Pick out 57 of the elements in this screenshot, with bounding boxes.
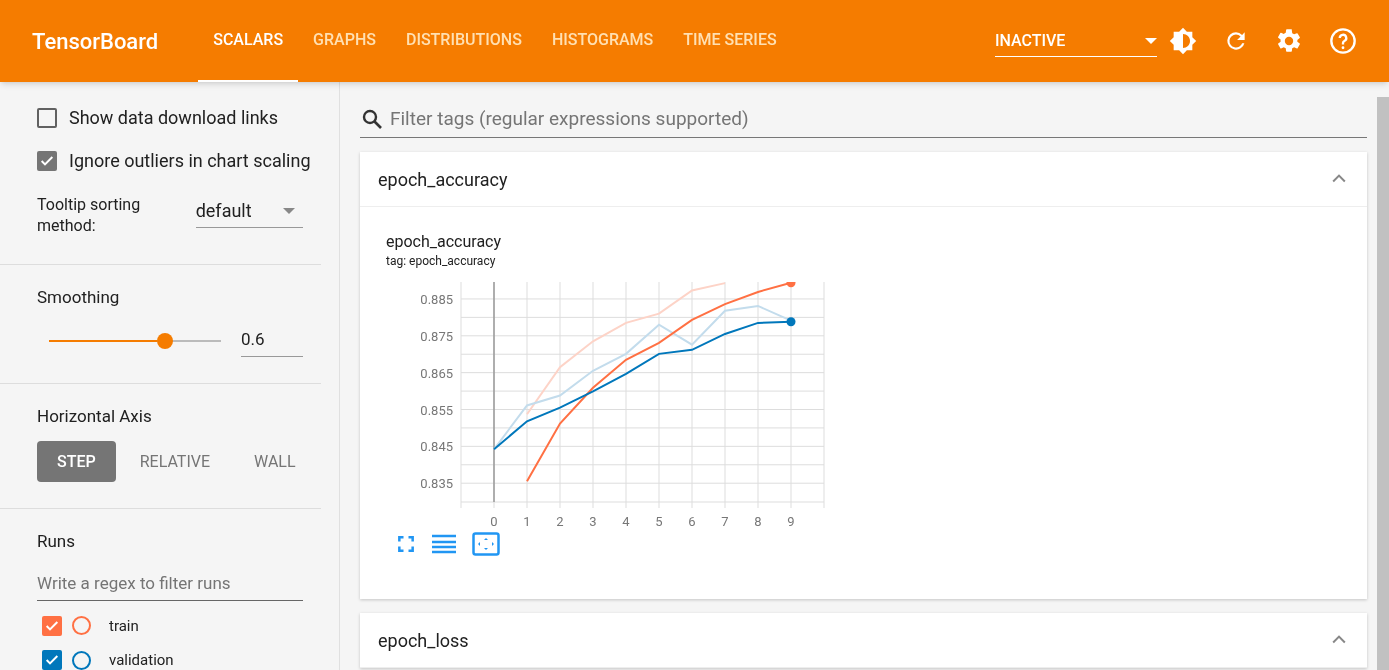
nav-tab[interactable]: GRAPHS <box>298 0 391 82</box>
horizontal-axis-label: Horizontal Axis <box>37 405 152 426</box>
x-tick-label: 4 <box>622 514 630 529</box>
checkbox-label: Ignore outliers in chart scaling <box>69 149 311 173</box>
smoothing-input[interactable]: 0.6 <box>240 324 303 357</box>
axis-toggle[interactable]: STEP <box>37 441 116 482</box>
fit-domain-icon[interactable] <box>472 532 500 556</box>
runs-label: Runs <box>37 531 75 551</box>
y-tick-label: 0.845 <box>420 439 453 455</box>
section-title: epoch_accuracy <box>378 167 508 192</box>
plugin-select[interactable]: INACTIVE <box>995 25 1157 57</box>
y-tick-label: 0.865 <box>420 365 453 381</box>
checkbox[interactable] <box>37 150 57 171</box>
brightness-icon[interactable] <box>1169 27 1197 55</box>
tooltip-sorting-label: Tooltip sorting method: <box>37 194 142 236</box>
series-end-dot <box>786 317 796 327</box>
runs-filter-field[interactable]: Write a regex to filter runs <box>37 566 303 601</box>
checkbox[interactable] <box>42 615 62 636</box>
x-tick-label: 6 <box>688 514 696 529</box>
settings-icon[interactable] <box>1275 27 1303 55</box>
app-title: TensorBoard <box>32 27 159 56</box>
axis-toggle[interactable]: WALL <box>234 441 316 482</box>
smoothing-label: Smoothing <box>37 287 120 307</box>
slider-track[interactable] <box>49 332 221 349</box>
x-tick-label: 9 <box>787 514 795 529</box>
caret-icon <box>283 207 295 214</box>
slider-thumb[interactable] <box>157 332 173 349</box>
x-tick-label: 0 <box>490 514 498 529</box>
x-tick-label: 1 <box>523 514 531 529</box>
tag-filter-field[interactable]: Filter tags (regular expressions supported) <box>390 100 1367 137</box>
checkbox[interactable] <box>37 107 57 128</box>
help-icon[interactable] <box>1329 27 1357 55</box>
axis-toggle[interactable]: RELATIVE <box>119 441 230 482</box>
chart-subtitle: tag: epoch_accuracy <box>386 253 497 270</box>
x-tick-label: 2 <box>556 514 564 529</box>
nav-tab[interactable]: TIME SERIES <box>668 0 792 82</box>
checkbox-label: Show data download links <box>69 106 278 130</box>
section-title: epoch_loss <box>378 628 469 653</box>
run-name: validation <box>109 650 174 670</box>
x-tick-label: 8 <box>754 514 762 529</box>
y-tick-label: 0.885 <box>420 291 453 307</box>
chart-title: epoch_accuracy <box>386 232 503 252</box>
x-tick-label: 3 <box>589 514 597 529</box>
nav-tab[interactable]: HISTOGRAMS <box>536 0 669 82</box>
x-tick-label: 5 <box>655 514 663 529</box>
fullscreen-icon[interactable] <box>396 534 416 554</box>
y-tick-label: 0.835 <box>420 476 453 492</box>
y-tick-label: 0.875 <box>420 328 453 344</box>
sorting-select[interactable]: default <box>195 194 303 228</box>
scrollbar[interactable] <box>1377 97 1389 670</box>
caret-icon <box>1145 37 1157 44</box>
y-tick-label: 0.855 <box>420 402 453 418</box>
x-tick-label: 7 <box>721 514 729 529</box>
nav-tab[interactable]: DISTRIBUTIONS <box>390 0 537 82</box>
run-name: train <box>109 615 139 637</box>
checkbox[interactable] <box>42 650 62 670</box>
list-icon[interactable] <box>431 534 457 554</box>
